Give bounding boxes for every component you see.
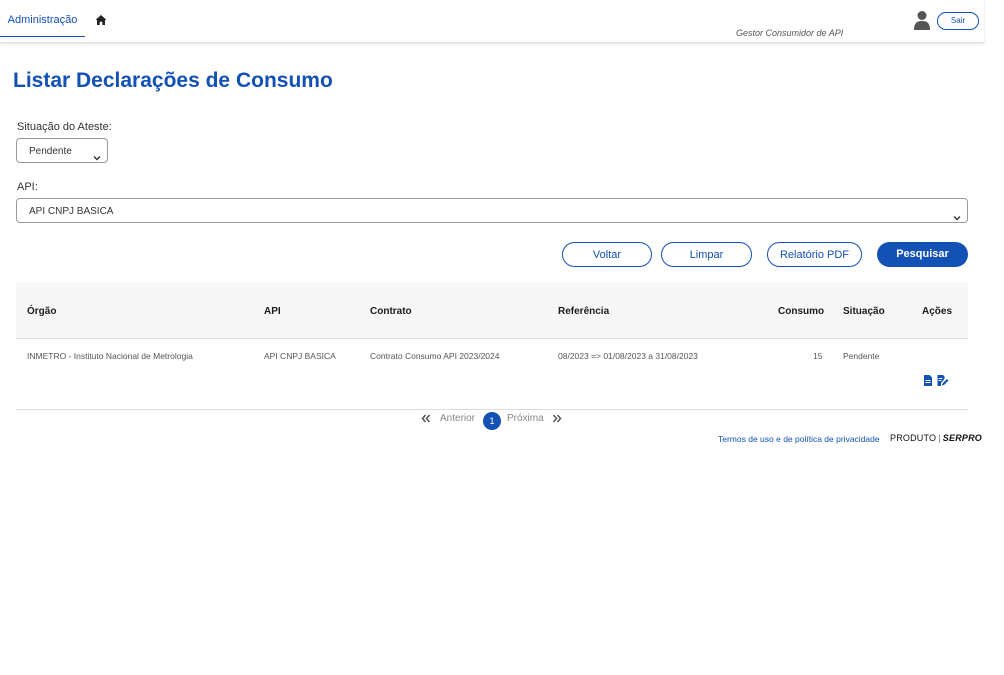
column-header-situacao: Situação [843, 306, 885, 317]
api-select[interactable]: API CNPJ BASICA [16, 198, 968, 223]
cell-contrato: Contrato Consumo API 2023/2024 [370, 351, 500, 361]
chevron-down-icon [93, 147, 101, 160]
page-1-button[interactable]: 1 [483, 412, 501, 430]
table-header: Órgão API Contrato Referência Consumo Si… [16, 282, 968, 339]
cell-orgao: INMETRO - Instituto Nacional de Metrolog… [27, 351, 193, 361]
chevron-down-icon [953, 207, 961, 220]
previous-page-link[interactable]: Anterior [440, 413, 475, 424]
user-icon [913, 10, 931, 30]
terms-link[interactable]: Termos de uso e de política de privacida… [718, 434, 880, 444]
table-row: INMETRO - Instituto Nacional de Metrolog… [16, 339, 968, 410]
column-header-acoes: Ações [922, 306, 953, 317]
api-select-value: API CNPJ BASICA [29, 206, 114, 217]
top-bar: Administração Gestor Consumidor de API S… [0, 0, 984, 43]
column-header-consumo: Consumo [778, 306, 825, 317]
document-icon[interactable] [923, 373, 933, 386]
cell-situacao: Pendente [843, 351, 880, 361]
edit-icon[interactable] [937, 373, 949, 386]
user-role: Gestor Consumidor de API [736, 28, 844, 38]
cell-referencia: 08/2023 => 01/08/2023 a 31/08/2023 [558, 351, 698, 361]
search-button[interactable]: Pesquisar [877, 242, 968, 267]
column-header-api: API [264, 306, 281, 317]
serpro-brand: PRODUTO | SERPRO [890, 433, 982, 443]
column-header-contrato: Contrato [370, 306, 412, 317]
page-title: Listar Declarações de Consumo [13, 69, 333, 92]
ateste-select[interactable]: Pendente [16, 138, 108, 163]
next-page-link[interactable]: Próxima [507, 413, 544, 424]
cell-api: API CNPJ BASICA [264, 351, 336, 361]
home-icon[interactable] [95, 13, 107, 25]
double-chevron-left-icon[interactable] [421, 414, 431, 426]
pdf-report-button[interactable]: Relatório PDF [767, 242, 862, 267]
clear-button[interactable]: Limpar [661, 242, 752, 267]
brand-serpro: SERPRO [942, 433, 983, 443]
ateste-label: Situação do Ateste: [17, 121, 112, 133]
tab-administracao[interactable]: Administração [0, 0, 85, 37]
double-chevron-right-icon[interactable] [552, 414, 562, 426]
cell-consumo: 15 [813, 351, 823, 361]
column-header-referencia: Referência [558, 306, 610, 317]
logout-button[interactable]: Sair [937, 12, 979, 30]
column-header-orgao: Órgão [27, 306, 57, 317]
api-label: API: [17, 181, 38, 193]
brand-produto: PRODUTO [890, 433, 937, 443]
ateste-select-value: Pendente [29, 146, 72, 157]
back-button[interactable]: Voltar [562, 242, 652, 267]
